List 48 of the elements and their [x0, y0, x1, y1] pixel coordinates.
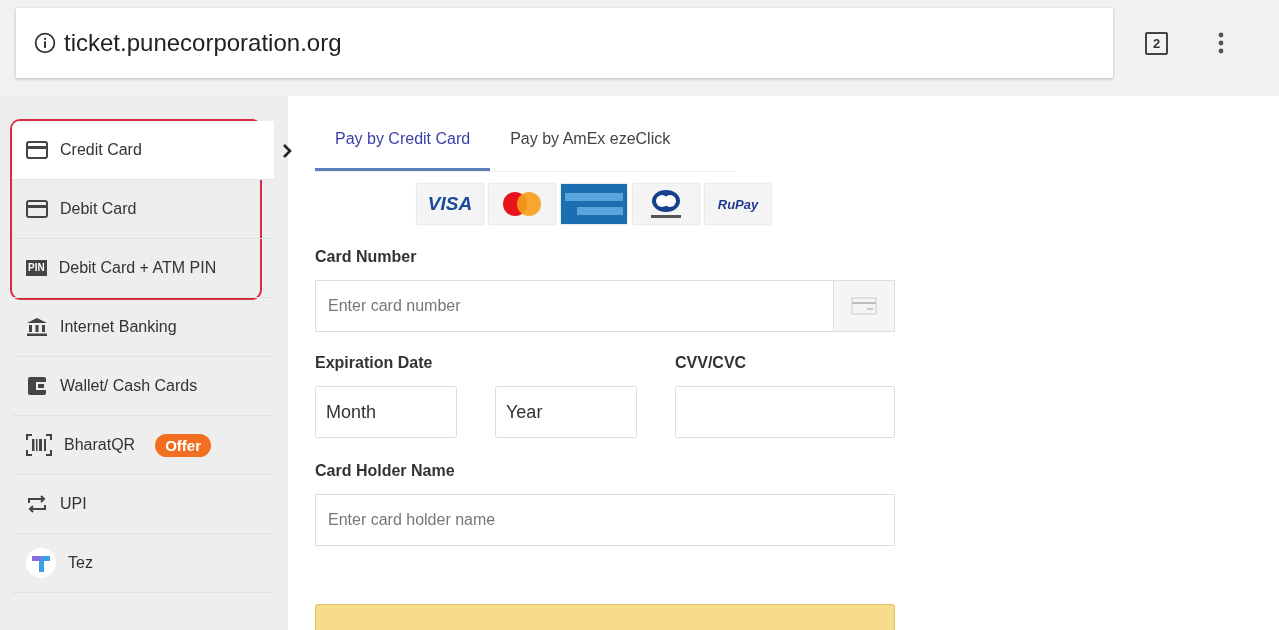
- method-label: Debit Card + ATM PIN: [58, 259, 217, 277]
- payment-method-item[interactable]: UPI: [12, 475, 274, 534]
- bank-icon: [26, 317, 48, 337]
- menu-icon[interactable]: [1218, 32, 1224, 54]
- method-label: Debit Card: [60, 200, 137, 218]
- diners-club-logo: [633, 184, 699, 224]
- card-number-field[interactable]: Enter card number: [315, 280, 833, 332]
- address-bar[interactable]: ticket.punecorporation.org: [16, 8, 1113, 78]
- method-label: Internet Banking: [60, 318, 177, 336]
- payment-method-item[interactable]: BharatQR Offer: [12, 416, 274, 475]
- pay-button[interactable]: [315, 604, 895, 630]
- pin-icon: PIN: [26, 260, 47, 276]
- card-holder-field[interactable]: Enter card holder name: [315, 494, 895, 546]
- swap-arrows-icon: [26, 494, 48, 514]
- rupay-logo: RuPay: [705, 184, 771, 224]
- payment-tab[interactable]: Pay by Credit Card: [315, 116, 491, 171]
- cvv-field[interactable]: [675, 386, 895, 438]
- year-field[interactable]: Year: [495, 386, 637, 438]
- url-text: ticket.punecorporation.org: [64, 29, 342, 57]
- info-icon: [34, 32, 56, 54]
- chevron-right-icon: [282, 143, 292, 159]
- payment-tab[interactable]: Pay by AmEx ezeClick: [490, 116, 691, 171]
- wallet-icon: [26, 376, 48, 396]
- field-label: Card Number: [315, 248, 418, 266]
- month-field[interactable]: Month: [315, 386, 457, 438]
- payment-method-item[interactable]: Wallet/ Cash Cards: [12, 357, 274, 416]
- tab-count-button[interactable]: 2: [1145, 31, 1168, 55]
- tez-logo-icon: [26, 548, 56, 578]
- payment-method-item[interactable]: Tez: [12, 534, 274, 593]
- visa-logo: VISA: [417, 184, 483, 224]
- card-icon: [26, 141, 48, 159]
- offer-badge: Offer: [155, 433, 211, 457]
- method-label: Credit Card: [60, 141, 142, 159]
- field-label: Expiration Date: [315, 354, 434, 372]
- card-icon: [26, 200, 48, 218]
- field-label: Card Holder Name: [315, 462, 456, 480]
- card-icon: [851, 297, 877, 315]
- method-label: UPI: [60, 495, 87, 513]
- mastercard-logo: [489, 184, 555, 224]
- method-label: Tez: [68, 554, 93, 572]
- method-label: Wallet/ Cash Cards: [60, 377, 198, 395]
- method-label: BharatQR: [64, 436, 136, 454]
- qr-scan-icon: [26, 434, 52, 456]
- amex-logo: [561, 184, 627, 224]
- payment-method-item[interactable]: Debit Card: [12, 180, 274, 239]
- payment-method-item[interactable]: Internet Banking: [12, 298, 274, 357]
- field-label: CVV/CVC: [675, 354, 748, 372]
- payment-method-item[interactable]: PIN Debit Card + ATM PIN: [12, 239, 274, 298]
